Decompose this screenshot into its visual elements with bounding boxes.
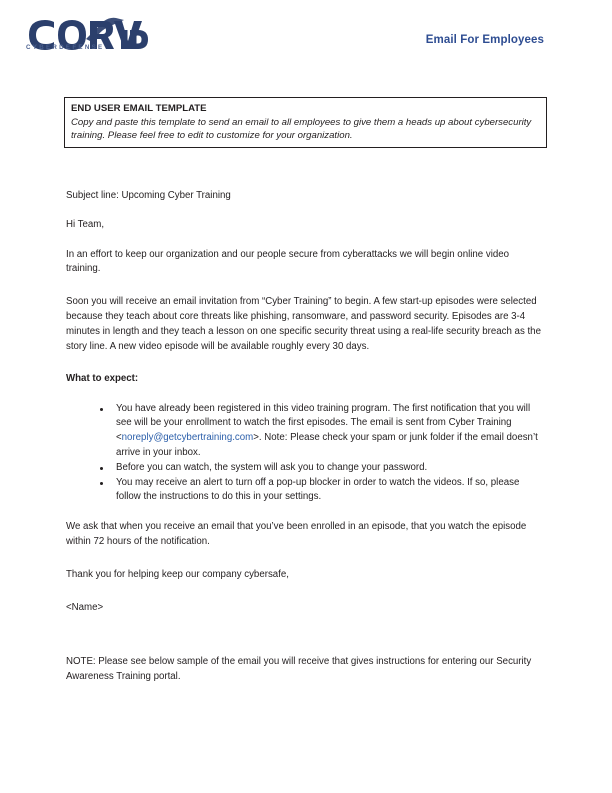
- episodes-paragraph: Soon you will receive an email invitatio…: [66, 296, 541, 352]
- corvid-logo-icon: [29, 17, 148, 50]
- page-title: Email For Employees: [425, 34, 544, 46]
- email-body: Subject line: Upcoming Cyber Training Hi…: [66, 189, 542, 700]
- page-header: CYBERDEFENSE Email For Employees: [0, 0, 612, 78]
- greeting: Hi Team,: [66, 219, 105, 231]
- subject-line: Subject line: Upcoming Cyber Training: [66, 190, 231, 201]
- list-item: Before you can watch, the system will as…: [66, 461, 542, 476]
- logo-tagline: CYBERDEFENSE: [26, 44, 105, 51]
- ask-paragraph: We ask that when you receive an email th…: [66, 521, 527, 548]
- intro-paragraph: In an effort to keep our organization an…: [66, 248, 510, 275]
- list-item: You have already been registered in this…: [66, 402, 542, 461]
- closing-line: Thank you for helping keep our company c…: [66, 568, 289, 580]
- what-to-expect-heading: What to expect:: [66, 373, 139, 385]
- expectations-list: You have already been registered in this…: [66, 402, 542, 506]
- signature-placeholder: <Name>: [66, 601, 104, 613]
- list-item: You may receive an alert to turn off a p…: [66, 476, 542, 506]
- bullet-text: Before you can watch, the system will as…: [116, 461, 428, 473]
- template-box-description: Copy and paste this template to send an …: [71, 116, 532, 142]
- template-callout-box: END USER EMAIL TEMPLATE Copy and paste t…: [64, 97, 547, 148]
- bullet-text: You may receive an alert to turn off a p…: [116, 476, 520, 503]
- noreply-email-link[interactable]: noreply@getcybertraining.com: [122, 432, 254, 443]
- template-box-title: END USER EMAIL TEMPLATE: [71, 103, 207, 114]
- note-paragraph: NOTE: Please see below sample of the ema…: [66, 656, 532, 683]
- corvid-logo: CYBERDEFENSE: [24, 17, 148, 57]
